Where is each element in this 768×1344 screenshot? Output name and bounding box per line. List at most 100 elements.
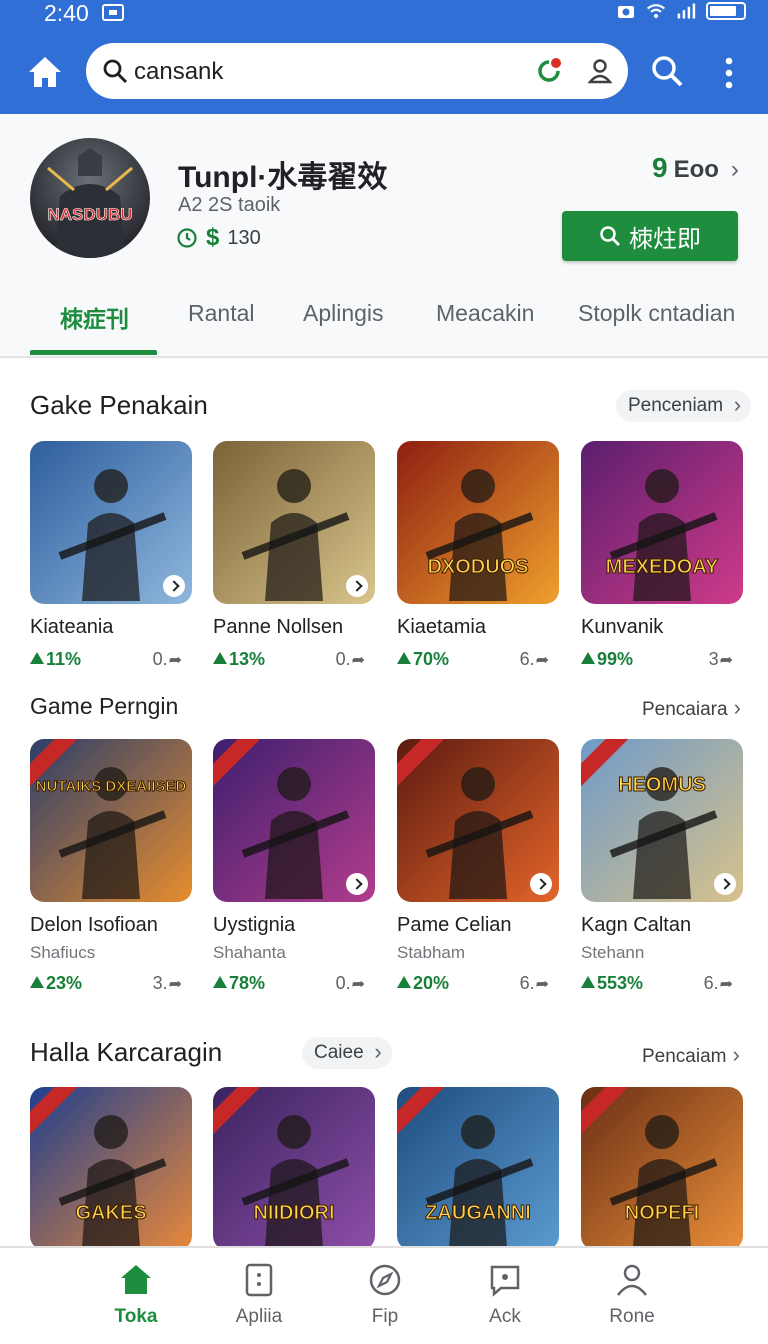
section-more-link[interactable]: Pencaiam › — [642, 1042, 740, 1068]
tab-1[interactable]: Rantal — [188, 300, 254, 327]
character-head — [277, 1115, 311, 1149]
search-input[interactable] — [134, 58, 494, 86]
clock-icon — [177, 228, 197, 248]
install-button-label: 栜炷即 — [629, 225, 701, 253]
game-thumbnail[interactable]: HEOMUS — [581, 739, 743, 902]
game-title: Kiaetamia — [397, 616, 486, 638]
play-badge-icon[interactable] — [346, 575, 368, 597]
game-card[interactable]: GAKES — [30, 1087, 192, 1250]
game-publisher: Shafiucs — [30, 943, 96, 962]
game-thumbnail[interactable] — [30, 441, 192, 604]
game-art-text: DXODUOS — [427, 556, 528, 578]
home-icon — [121, 1265, 151, 1294]
game-thumbnail[interactable]: ZAUGANNI — [397, 1087, 559, 1250]
app-bar: 2:40 — [0, 0, 768, 114]
search-bar[interactable] — [86, 43, 628, 99]
search-action-icon[interactable] — [650, 54, 684, 90]
game-thumbnail[interactable]: GAKES — [30, 1087, 192, 1250]
game-publisher: Shahanta — [213, 943, 286, 962]
game-card[interactable]: NIIDIORI — [213, 1087, 375, 1250]
game-card[interactable]: NUTAIKS DXEAIISED Delon Isofioan Shafiucs… — [30, 739, 192, 995]
game-count: 0. — [336, 649, 365, 670]
game-art: NOPEFI — [581, 1087, 743, 1250]
game-art: MEXEDOAY — [581, 441, 743, 604]
install-button[interactable]: 栜炷即 — [562, 211, 738, 261]
game-thumbnail[interactable]: NUTAIKS DXEAIISED — [30, 739, 192, 902]
game-thumbnail[interactable]: NOPEFI — [581, 1087, 743, 1250]
game-count: 6. — [520, 973, 549, 994]
home-icon[interactable] — [26, 54, 64, 90]
nav-item-profile[interactable]: Rone — [577, 1262, 687, 1328]
game-meta: 13% 0. — [213, 649, 375, 671]
game-thumbnail[interactable]: MEXEDOAY — [581, 441, 743, 604]
search-icon — [103, 59, 128, 84]
tab-3[interactable]: Meacakin — [436, 300, 534, 327]
game-meta: 553% 6. — [581, 973, 743, 995]
game-thumbnail[interactable] — [213, 441, 375, 604]
game-title: Kunvanik — [581, 616, 664, 638]
play-badge-icon[interactable] — [346, 873, 368, 895]
game-thumbnail[interactable] — [213, 739, 375, 902]
tab-indicator — [30, 350, 157, 355]
game-count: 6. — [704, 973, 733, 994]
game-percent: 11% — [30, 649, 81, 670]
game-percent: 70% — [397, 649, 449, 670]
sim-icon — [102, 4, 124, 21]
nav-item-games[interactable]: Fip — [330, 1262, 440, 1328]
search-icon — [600, 226, 620, 246]
game-title: Uystignia — [213, 914, 296, 936]
account-icon[interactable] — [586, 57, 614, 85]
game-art: NUTAIKS DXEAIISED — [30, 739, 192, 902]
game-art: GAKES — [30, 1087, 192, 1250]
game-title: Delon Isofioan — [30, 914, 158, 936]
game-count: 0. — [336, 973, 365, 994]
game-card[interactable]: NOPEFI — [581, 1087, 743, 1250]
play-badge-icon[interactable] — [530, 873, 552, 895]
game-thumbnail[interactable]: NIIDIORI — [213, 1087, 375, 1250]
character-head — [645, 1115, 679, 1149]
nav-item-home[interactable]: Toka — [81, 1262, 191, 1328]
nav-item-chat[interactable]: Ack — [450, 1262, 560, 1328]
game-card[interactable]: ZAUGANNI — [397, 1087, 559, 1250]
game-art: NIIDIORI — [213, 1087, 375, 1250]
status-time: 2:40 — [44, 0, 89, 26]
wifi-icon — [647, 4, 665, 19]
game-art-text: MEXEDOAY — [606, 556, 719, 578]
game-count: 6. — [520, 649, 549, 670]
character-head — [277, 767, 311, 801]
game-card[interactable]: Uystignia Shahanta 78% 0. — [213, 739, 375, 995]
game-card[interactable]: HEOMUS Kagn Caltan Stehann 553% 6. — [581, 739, 743, 995]
game-card[interactable]: Panne Nollsen 13% 0. — [213, 441, 375, 671]
message-icon — [490, 1265, 520, 1297]
character-head — [94, 1115, 128, 1149]
tab-0[interactable]: 栜症刊 — [60, 300, 129, 334]
tab-2[interactable]: Aplingis — [303, 300, 384, 327]
game-card[interactable]: Pame Celian Stabham 20% 6. — [397, 739, 559, 995]
game-thumbnail[interactable]: DXODUOS — [397, 441, 559, 604]
avatar-text: NASDUBU — [48, 205, 133, 224]
game-meta: 70% 6. — [397, 649, 559, 671]
price-row: $ 130 — [176, 224, 261, 252]
section-more-link[interactable]: Pencaiara › — [642, 695, 741, 721]
game-card[interactable]: MEXEDOAY Kunvanik 99% 3 — [581, 441, 743, 671]
game-publisher: Stabham — [397, 943, 466, 962]
game-thumbnail[interactable] — [397, 739, 559, 902]
rating-link[interactable]: 9 Eoo › — [652, 152, 739, 184]
section-title: Game Perngin — [30, 693, 179, 719]
section-filter-pill[interactable]: Caiee — [302, 1036, 392, 1069]
google-lens-icon[interactable] — [534, 56, 564, 86]
character-head — [461, 1115, 495, 1149]
nav-item-apps[interactable]: Apliia — [204, 1262, 314, 1328]
more-vert-icon[interactable] — [722, 56, 736, 90]
play-badge-icon[interactable] — [714, 873, 736, 895]
chevron-right-icon: › — [730, 156, 739, 183]
game-count: 3. — [153, 973, 182, 994]
section-more-pill[interactable]: Penceniam — [616, 389, 752, 422]
game-card[interactable]: DXODUOS Kiaetamia 70% 6. — [397, 441, 559, 671]
game-card[interactable]: Kiateania 11% 0. — [30, 441, 192, 671]
play-badge-icon[interactable] — [163, 575, 185, 597]
price-symbol: $ — [206, 224, 220, 251]
tab-bar: 栜症刊 Rantal Aplingis Meacakin Stoplk cnta… — [0, 296, 768, 356]
app-subtitle: A2 2S taoik — [178, 194, 281, 216]
tab-4[interactable]: Stoplk cntadian — [578, 300, 735, 327]
